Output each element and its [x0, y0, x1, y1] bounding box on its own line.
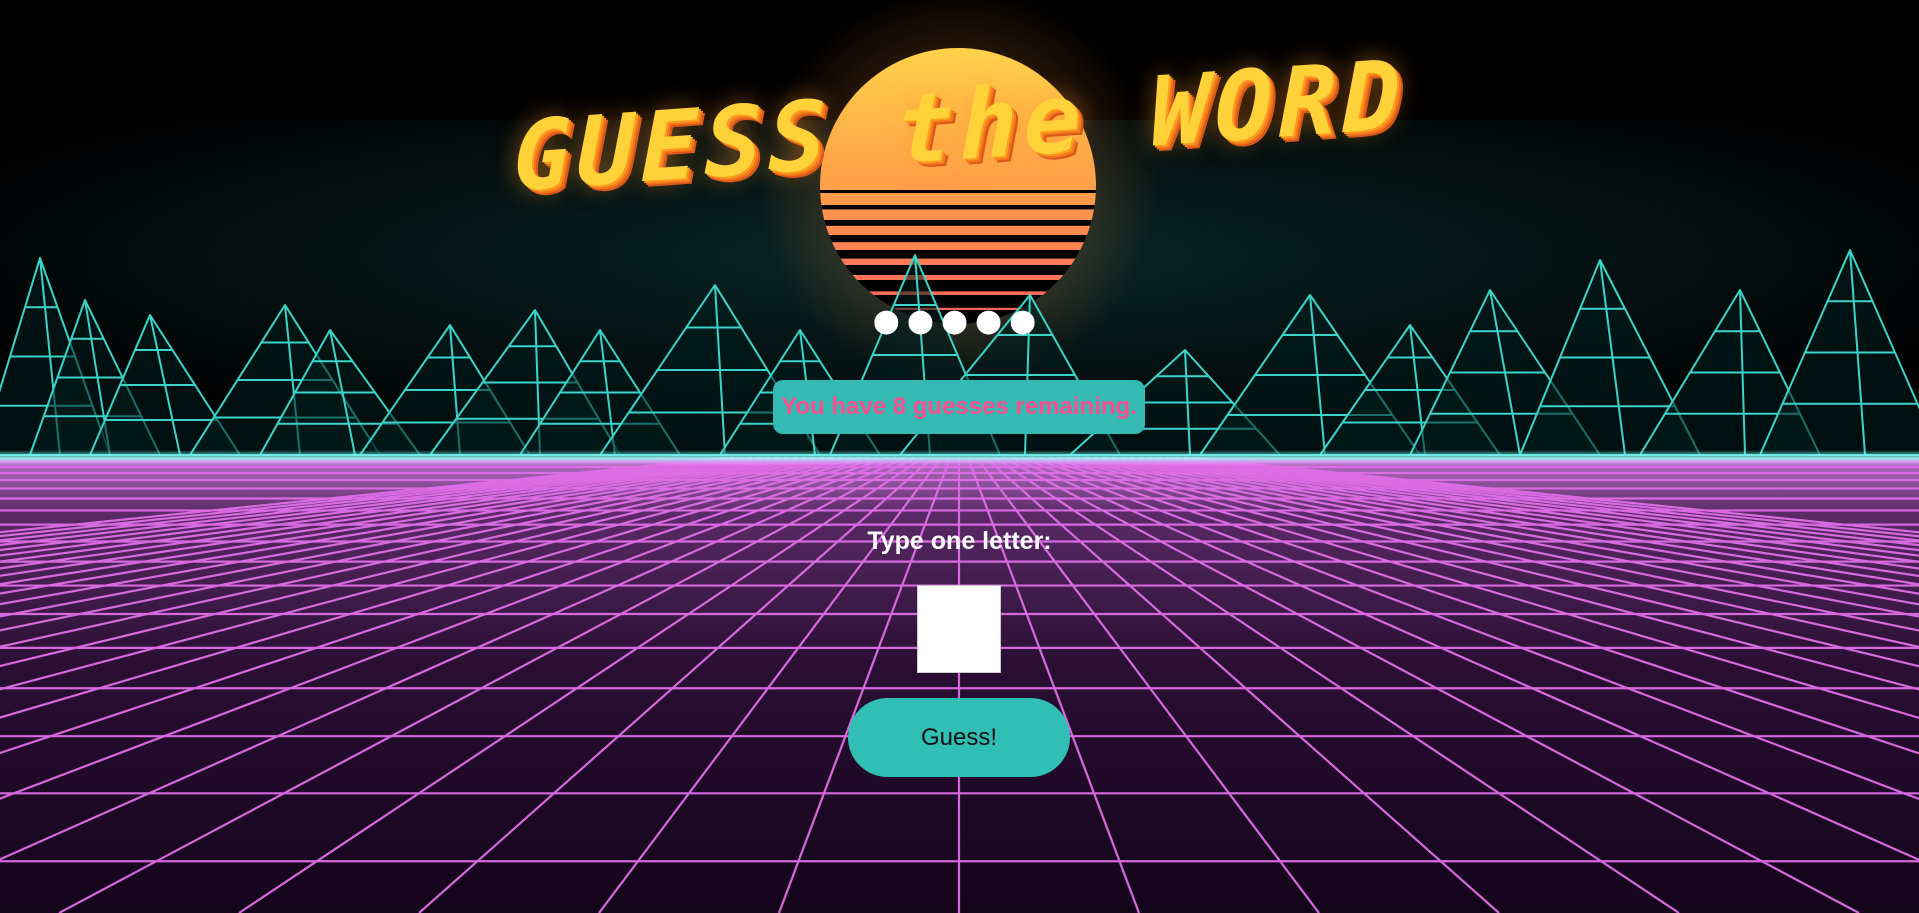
word-in-progress: ●●●●● [874, 297, 1045, 343]
letter-prompt-label: Type one letter: [867, 527, 1052, 555]
remaining-guesses-message: You have 8 guesses remaining. [773, 380, 1145, 434]
guess-button[interactable]: Guess! [848, 698, 1070, 777]
game-screen: GUESS the WORD ●●●●● You have 8 guesses … [0, 0, 1919, 913]
letter-input[interactable] [917, 585, 1001, 673]
